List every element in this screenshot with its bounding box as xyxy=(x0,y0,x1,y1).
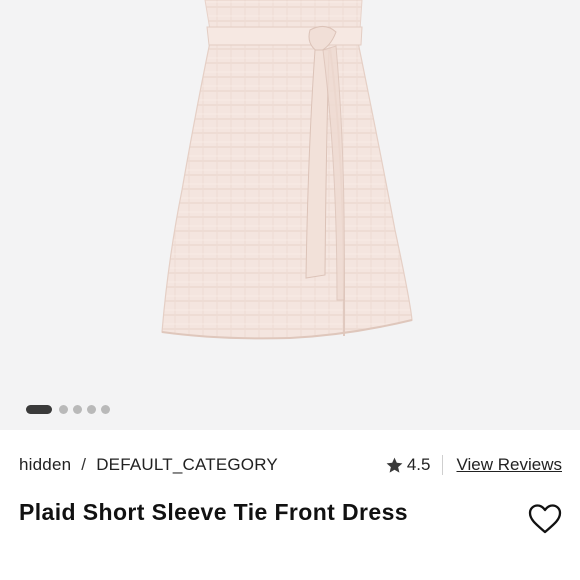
carousel-dot[interactable] xyxy=(101,405,110,414)
divider xyxy=(442,455,444,475)
breadcrumb: hidden / DEFAULT_CATEGORY xyxy=(19,455,278,475)
view-reviews-link[interactable]: View Reviews xyxy=(456,455,562,475)
heart-icon[interactable] xyxy=(527,503,563,535)
rating-summary: 4.5 View Reviews xyxy=(385,455,562,475)
breadcrumb-item-category[interactable]: DEFAULT_CATEGORY xyxy=(96,455,278,475)
rating-value: 4.5 xyxy=(406,455,431,474)
product-title: Plaid Short Sleeve Tie Front Dress xyxy=(19,499,408,525)
carousel-dot[interactable] xyxy=(87,405,96,414)
dress-photo xyxy=(161,0,413,340)
breadcrumb-item-hidden[interactable]: hidden xyxy=(19,455,71,475)
carousel-dot[interactable] xyxy=(59,405,68,414)
product-image-area[interactable] xyxy=(0,0,580,430)
carousel-dot[interactable] xyxy=(73,405,82,414)
image-carousel-indicator[interactable] xyxy=(26,405,110,414)
product-meta-row: hidden / DEFAULT_CATEGORY 4.5 View Revie… xyxy=(19,452,562,478)
breadcrumb-separator: / xyxy=(81,455,87,474)
carousel-dot-active[interactable] xyxy=(26,405,52,414)
star-icon xyxy=(386,457,403,473)
